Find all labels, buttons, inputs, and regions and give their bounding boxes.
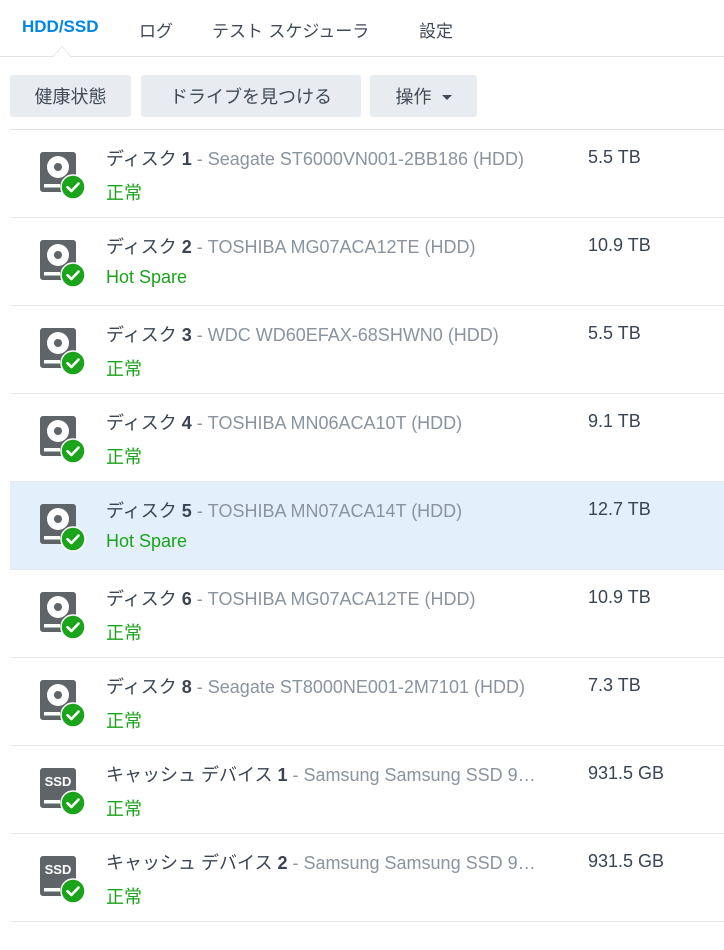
- drive-row[interactable]: ディスク 6 - TOSHIBA MG07ACA12TE (HDD) 正常 10…: [10, 570, 724, 658]
- drive-model: - TOSHIBA MN06ACA10T (HDD): [191, 413, 463, 433]
- drive-status: Hot Spare: [106, 531, 188, 551]
- drive-label: ディスク: [106, 149, 177, 169]
- drive-status: 正常: [106, 359, 142, 379]
- drive-status: 正常: [106, 447, 142, 467]
- tab-settings[interactable]: 設定: [419, 17, 453, 42]
- hdd-drive-icon: [38, 678, 86, 728]
- drive-row[interactable]: SSD キャッシュ デバイス 1 - Samsung Samsung SSD 9…: [10, 746, 724, 834]
- drive-model: - TOSHIBA MN07ACA14T (HDD): [191, 501, 463, 521]
- drive-row[interactable]: ディスク 4 - TOSHIBA MN06ACA10T (HDD) 正常 9.1…: [10, 394, 724, 482]
- drive-size: 9.1 TB: [588, 411, 641, 431]
- caret-down-icon: [441, 95, 452, 100]
- hdd-drive-icon: [38, 414, 86, 464]
- drive-label: キャッシュ デバイス: [106, 765, 273, 785]
- locate-drive-label: ドライブを見つける: [170, 87, 332, 108]
- health-status-label: 健康状態: [34, 87, 107, 108]
- drive-name: ディスク 6 - TOSHIBA MG07ACA12TE (HDD): [106, 585, 578, 611]
- ssd-drive-icon: SSD: [38, 766, 86, 816]
- tab-bar: HDD/SSD ログ テスト スケジューラ 設定: [0, 0, 724, 57]
- drive-size: 10.9 TB: [588, 587, 651, 607]
- drive-row[interactable]: ディスク 2 - TOSHIBA MG07ACA12TE (HDD) Hot S…: [10, 218, 724, 306]
- drive-status: 正常: [106, 711, 142, 731]
- active-tab-pointer: [52, 46, 72, 57]
- drive-model: - TOSHIBA MG07ACA12TE (HDD): [191, 589, 476, 609]
- drive-row[interactable]: ディスク 3 - WDC WD60EFAX-68SHWN0 (HDD) 正常 5…: [10, 306, 724, 394]
- ssd-label: SSD: [45, 774, 72, 789]
- drive-label: ディスク: [106, 325, 177, 345]
- action-label: 操作: [395, 87, 432, 108]
- drive-status: 正常: [106, 887, 142, 907]
- drive-label: ディスク: [106, 589, 177, 609]
- drive-name: ディスク 3 - WDC WD60EFAX-68SHWN0 (HDD): [106, 321, 578, 347]
- drive-label: ディスク: [106, 413, 177, 433]
- drive-label: ディスク: [106, 677, 177, 697]
- drive-model: - WDC WD60EFAX-68SHWN0 (HDD): [191, 325, 499, 345]
- drive-name: ディスク 5 - TOSHIBA MN07ACA14T (HDD): [106, 497, 578, 523]
- drive-label: ディスク: [106, 501, 177, 521]
- drive-model: - Seagate ST8000NE001-2M7101 (HDD): [191, 677, 525, 697]
- drive-size: 12.7 TB: [588, 499, 651, 519]
- drive-number: 6: [181, 589, 192, 609]
- hdd-drive-icon: [38, 150, 86, 200]
- drive-row[interactable]: SSD キャッシュ デバイス 2 - Samsung Samsung SSD 9…: [10, 834, 724, 922]
- drive-number: 1: [181, 149, 192, 169]
- tab-hdd-ssd[interactable]: HDD/SSD: [22, 17, 99, 37]
- ssd-label: SSD: [45, 862, 72, 877]
- health-status-button[interactable]: 健康状態: [10, 75, 131, 117]
- drive-name: キャッシュ デバイス 1 - Samsung Samsung SSD 9…: [106, 761, 578, 787]
- drive-status: Hot Spare: [106, 267, 188, 287]
- drive-label: キャッシュ デバイス: [106, 853, 273, 873]
- drive-size: 5.5 TB: [588, 323, 641, 343]
- drive-number: 1: [277, 765, 288, 785]
- hdd-drive-icon: [38, 590, 86, 640]
- drive-number: 2: [181, 237, 192, 257]
- drive-name: キャッシュ デバイス 2 - Samsung Samsung SSD 9…: [106, 849, 578, 875]
- drive-status: 正常: [106, 799, 142, 819]
- drive-size: 931.5 GB: [588, 763, 665, 783]
- drive-model: - Samsung Samsung SSD 9…: [287, 765, 536, 785]
- locate-drive-button[interactable]: ドライブを見つける: [141, 75, 361, 117]
- drive-number: 5: [181, 501, 192, 521]
- drive-row[interactable]: ディスク 8 - Seagate ST8000NE001-2M7101 (HDD…: [10, 658, 724, 746]
- hdd-drive-icon: [38, 238, 86, 288]
- drive-number: 4: [181, 413, 192, 433]
- drive-name: ディスク 8 - Seagate ST8000NE001-2M7101 (HDD…: [106, 673, 578, 699]
- hdd-drive-icon: [38, 326, 86, 376]
- drive-list: ディスク 1 - Seagate ST6000VN001-2BB186 (HDD…: [10, 129, 724, 922]
- ssd-drive-icon: SSD: [38, 854, 86, 904]
- tab-test-scheduler[interactable]: テスト スケジューラ: [212, 17, 369, 42]
- action-dropdown-button[interactable]: 操作: [370, 75, 477, 117]
- drive-row[interactable]: ディスク 1 - Seagate ST6000VN001-2BB186 (HDD…: [10, 130, 724, 218]
- drive-row[interactable]: ディスク 5 - TOSHIBA MN07ACA14T (HDD) Hot Sp…: [10, 482, 724, 570]
- drive-size: 10.9 TB: [588, 235, 651, 255]
- drive-name: ディスク 1 - Seagate ST6000VN001-2BB186 (HDD…: [106, 145, 578, 171]
- drive-number: 3: [181, 325, 192, 345]
- tab-log[interactable]: ログ: [139, 17, 173, 42]
- drive-status: 正常: [106, 623, 142, 643]
- hdd-drive-icon: [38, 502, 86, 552]
- drive-name: ディスク 2 - TOSHIBA MG07ACA12TE (HDD): [106, 233, 578, 259]
- drive-number: 8: [181, 677, 192, 697]
- drive-model: - Samsung Samsung SSD 9…: [287, 853, 536, 873]
- drive-model: - TOSHIBA MG07ACA12TE (HDD): [191, 237, 476, 257]
- drive-number: 2: [277, 853, 288, 873]
- drive-size: 931.5 GB: [588, 851, 665, 871]
- drive-name: ディスク 4 - TOSHIBA MN06ACA10T (HDD): [106, 409, 578, 435]
- drive-label: ディスク: [106, 237, 177, 257]
- drive-size: 7.3 TB: [588, 675, 641, 695]
- drive-model: - Seagate ST6000VN001-2BB186 (HDD): [191, 149, 524, 169]
- drive-size: 5.5 TB: [588, 147, 641, 167]
- drive-status: 正常: [106, 183, 142, 203]
